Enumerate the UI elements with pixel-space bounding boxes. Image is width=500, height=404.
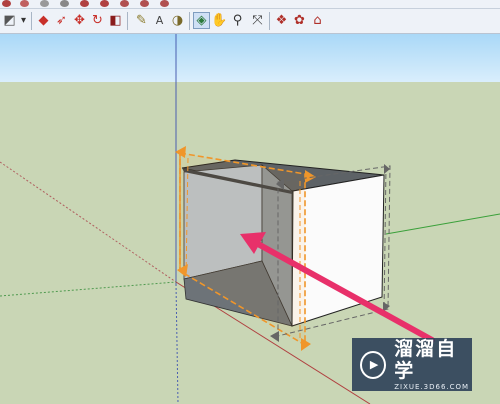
sky [0, 34, 500, 82]
scale-tool[interactable]: ◧ [107, 12, 124, 29]
rotate-rect-tool-icon[interactable] [160, 0, 169, 7]
toolbar-separator [269, 12, 270, 30]
toolbar-separator [189, 12, 190, 30]
protractor-tool[interactable]: ◑ [169, 12, 186, 29]
line-tool-icon[interactable] [120, 0, 129, 7]
text-tool[interactable]: A [151, 12, 168, 29]
push-pull-tool[interactable]: ◆ [35, 12, 52, 29]
polygon-tool-icon[interactable] [80, 0, 89, 7]
main-toolbar: ◩ ▾ ◆ ➶ ✥ ↻ ◧ ✎ A ◑ ◈ ✋ ⚲ ⤧ ❖ ✿ ⌂ [0, 9, 500, 34]
zoom-extents-tool[interactable]: ⤧ [249, 12, 266, 29]
toolbar-separator [31, 12, 32, 30]
rectangle-tool-icon[interactable] [2, 0, 11, 7]
eraser-tool-icon[interactable] [20, 0, 29, 7]
drawing-toolbar-partial [0, 0, 500, 9]
watermark-url: ZIXUE.3D66.COM [394, 382, 470, 391]
dropdown-arrow-icon[interactable]: ▾ [15, 12, 32, 29]
watermark-logo: ▶ 溜溜自学 ZIXUE.3D66.COM [352, 338, 472, 391]
zoom-tool[interactable]: ⚲ [229, 12, 246, 29]
freehand-tool-icon[interactable] [100, 0, 109, 7]
watermark-title: 溜溜自学 [394, 337, 458, 382]
follow-me-tool[interactable]: ➶ [53, 12, 70, 29]
rotate-tool[interactable]: ↻ [89, 12, 106, 29]
toolbar-separator [127, 12, 128, 30]
tape-measure-tool[interactable]: ✎ [133, 12, 150, 29]
orbit-tool[interactable]: ◈ [193, 12, 210, 29]
play-icon: ▶ [360, 350, 387, 379]
components-tool[interactable]: ❖ [273, 12, 290, 29]
materials-tool[interactable]: ✿ [291, 12, 308, 29]
pan-tool[interactable]: ✋ [211, 12, 228, 29]
move-tool[interactable]: ✥ [71, 12, 88, 29]
pie-tool-icon[interactable] [140, 0, 149, 7]
circle-tool-icon[interactable] [40, 0, 49, 7]
arc-tool-icon[interactable] [60, 0, 69, 7]
warehouse-tool[interactable]: ⌂ [309, 12, 326, 29]
